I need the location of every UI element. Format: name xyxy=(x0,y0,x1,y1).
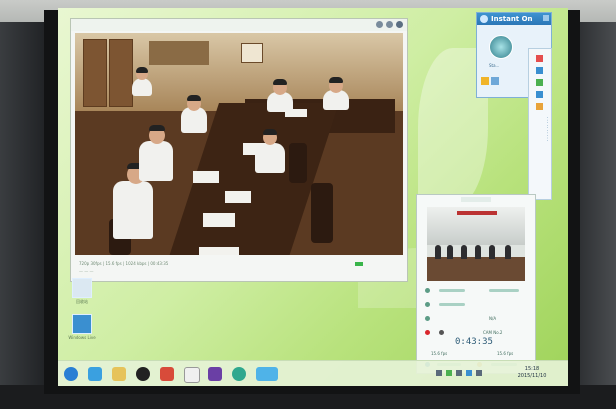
avatar[interactable] xyxy=(489,35,513,59)
ie-icon[interactable] xyxy=(88,367,102,381)
document xyxy=(199,247,239,255)
taskbar: 15:18 2015/11/10 xyxy=(58,360,568,386)
video-conference-icon[interactable] xyxy=(256,367,278,381)
media-icon[interactable] xyxy=(184,367,200,383)
tray-icon[interactable] xyxy=(436,370,442,376)
preview-attendee xyxy=(447,245,453,259)
wood-panel xyxy=(109,39,133,107)
video-conference-window[interactable]: 720p 30fps | 15.6 fps | 1024 kbps | 00:4… xyxy=(70,18,408,282)
signal-indicator-icon xyxy=(355,262,363,266)
maximize-icon[interactable] xyxy=(386,21,393,28)
contacts-icon[interactable] xyxy=(491,77,499,85)
camera-icon xyxy=(425,316,430,321)
local-video-preview xyxy=(427,207,525,281)
alert-icon[interactable] xyxy=(536,55,543,62)
window-titlebar[interactable] xyxy=(71,19,407,31)
close-icon[interactable] xyxy=(396,21,403,28)
contacts-icon[interactable] xyxy=(536,67,543,74)
record-control[interactable]: CAM No.2 xyxy=(425,329,529,337)
call-timer: 0:43:35 xyxy=(455,337,493,347)
wood-panel xyxy=(83,39,107,107)
close-icon[interactable] xyxy=(543,15,549,21)
chair xyxy=(311,183,333,243)
app-icon[interactable] xyxy=(208,367,222,381)
video-stats-text-secondary: — — — xyxy=(79,269,94,274)
qq-icon[interactable] xyxy=(136,367,150,381)
preview-attendee xyxy=(461,245,467,259)
settings-icon[interactable] xyxy=(536,91,543,98)
document xyxy=(193,171,219,183)
preview-attendee xyxy=(505,245,511,259)
microphone-control[interactable] xyxy=(425,287,529,295)
microphone-icon xyxy=(425,288,430,293)
instant-on-icon xyxy=(480,15,488,23)
preview-attendee xyxy=(435,245,441,259)
side-toolbar-label: · · · · · · · · · · xyxy=(545,117,550,142)
stop-icon[interactable] xyxy=(439,330,444,335)
volume-slider[interactable] xyxy=(439,303,465,306)
side-toolbar: · · · · · · · · · · xyxy=(528,48,552,200)
preview-attendee xyxy=(475,245,481,259)
player-icon[interactable] xyxy=(160,367,174,381)
tray-icon[interactable] xyxy=(466,370,472,376)
video-status-bar: 720p 30fps | 15.6 fps | 1024 kbps | 00:4… xyxy=(75,259,403,279)
speaker-icon xyxy=(425,302,430,307)
message-icon[interactable] xyxy=(536,103,543,110)
cabinet xyxy=(149,41,209,65)
preview-table xyxy=(427,257,525,281)
speaker-control[interactable] xyxy=(425,301,529,309)
document xyxy=(203,213,235,227)
document xyxy=(225,191,251,203)
camera-control[interactable]: N/A xyxy=(425,315,529,323)
call-control-panel[interactable]: N/A CAM No.2 0:43:35 15.6 fps 15.6 fps xyxy=(416,194,536,374)
fps-left: 15.6 fps xyxy=(431,351,448,356)
tray-icon[interactable] xyxy=(446,370,452,376)
app-icon xyxy=(72,314,92,334)
minimize-icon[interactable] xyxy=(376,21,383,28)
preview-attendee xyxy=(489,245,495,259)
panel-header xyxy=(461,197,491,202)
desktop-icon-recycle-bin[interactable]: 回收站 xyxy=(70,278,94,305)
chair xyxy=(289,143,307,183)
desktop-icon-app[interactable]: Windows Live xyxy=(68,314,96,340)
taskbar-clock[interactable]: 15:18 2015/11/10 xyxy=(506,366,558,380)
status-icon[interactable] xyxy=(481,77,489,85)
fps-right: 15.6 fps xyxy=(497,351,514,356)
network-icon[interactable] xyxy=(232,367,246,381)
explorer-icon[interactable] xyxy=(112,367,126,381)
recycle-bin-icon xyxy=(72,278,92,298)
record-icon xyxy=(425,330,430,335)
user-status-text: Sta... xyxy=(489,63,500,68)
remote-video-feed xyxy=(75,33,403,255)
call-icon[interactable] xyxy=(536,79,543,86)
instant-on-title: Instant On xyxy=(491,15,533,23)
instant-on-header[interactable]: Instant On xyxy=(477,13,551,25)
video-stats-text: 720p 30fps | 15.6 fps | 1024 kbps | 00:4… xyxy=(79,261,169,266)
projected-desktop: 720p 30fps | 15.6 fps | 1024 kbps | 00:4… xyxy=(58,8,568,386)
wall-picture xyxy=(241,43,263,63)
volume-icon[interactable] xyxy=(476,370,482,376)
clock-time: 15:18 xyxy=(524,366,540,372)
clock-date: 2015/11/10 xyxy=(517,373,547,379)
start-button-icon[interactable] xyxy=(64,367,78,381)
tray-icon[interactable] xyxy=(456,370,462,376)
room-left-wall xyxy=(0,22,48,409)
volume-slider[interactable] xyxy=(489,289,519,292)
volume-slider[interactable] xyxy=(439,289,465,292)
preview-banner xyxy=(457,211,497,215)
